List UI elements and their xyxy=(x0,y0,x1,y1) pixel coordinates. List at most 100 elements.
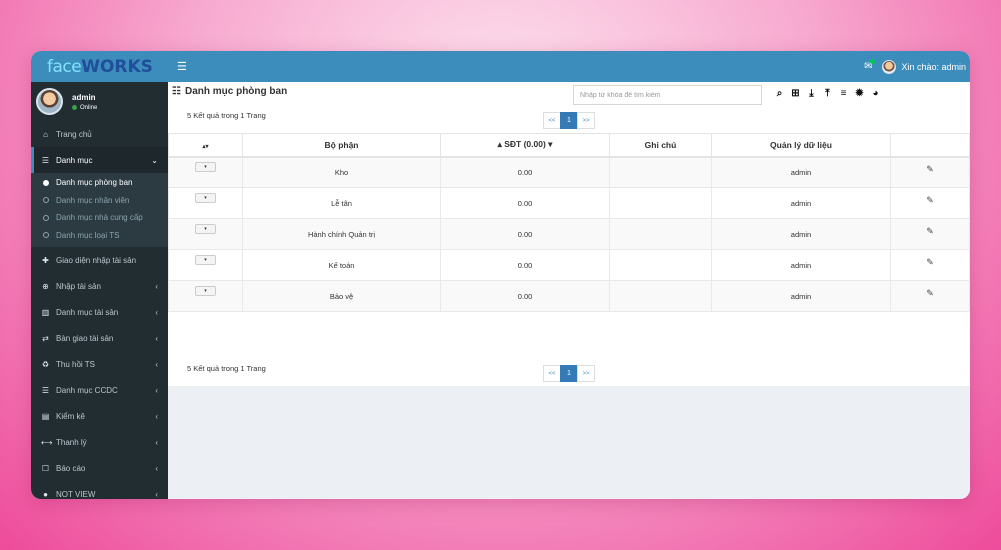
user-name: admin xyxy=(72,92,96,102)
sidebar-item-label: NOT VIEW xyxy=(56,489,96,499)
sidebar-item-icon: ☐ xyxy=(41,463,50,473)
sidebar-item[interactable]: ☰ Danh mục ⌄ xyxy=(31,147,168,173)
edit-icon[interactable]: ✎ xyxy=(926,226,934,236)
chevron-icon: ‹ xyxy=(155,489,158,499)
row-dropdown-button[interactable]: ▾ xyxy=(195,254,216,265)
row-action-cell: ▾ xyxy=(168,187,243,219)
list-icon: ☷ xyxy=(172,86,181,97)
sidebar-item[interactable]: ▤ Kiểm kê ‹ xyxy=(31,403,168,429)
sidebar-item[interactable]: ♻ Thu hồi TS ‹ xyxy=(31,351,168,377)
search-input[interactable] xyxy=(573,85,762,105)
notification-dot xyxy=(870,59,876,64)
search-icon[interactable]: ⌕ xyxy=(774,88,785,99)
cell-bo-phan: Kế toán xyxy=(242,249,441,281)
submenu-item[interactable]: Danh mục phòng ban xyxy=(31,174,168,192)
result-count-bottom: 5 Kết quả trong 1 Trang xyxy=(187,364,266,373)
page-title-text: Danh mục phòng ban xyxy=(184,86,288,97)
edit-icon[interactable]: ✎ xyxy=(926,257,934,267)
sidebar-item[interactable]: ☰ Danh mục CCDC ‹ xyxy=(31,377,168,403)
sort-icon: ▴▾ xyxy=(202,143,209,150)
sidebar-item-label: Thanh lý xyxy=(56,437,87,447)
edit-icon[interactable]: ✎ xyxy=(926,164,934,174)
sidebar-item-label: Báo cáo xyxy=(56,463,86,473)
table-row: ▾ Kho 0.00 admin ✎ xyxy=(168,156,970,188)
cell-quan-ly: admin xyxy=(711,218,891,250)
cell-quan-ly: admin xyxy=(711,156,891,188)
avatar xyxy=(36,88,63,115)
cell-edit: ✎ xyxy=(890,156,970,188)
chevron-icon: ‹ xyxy=(155,307,158,317)
sidebar-item[interactable]: ⊕ Nhập tài sản ‹ xyxy=(31,273,168,299)
pager-next[interactable]: >> xyxy=(577,112,595,129)
edit-icon[interactable]: ✎ xyxy=(926,195,934,205)
pager-next[interactable]: >> xyxy=(577,365,595,382)
chevron-icon: ‹ xyxy=(155,333,158,343)
sidebar-toggle-icon[interactable]: ☰ xyxy=(177,60,187,73)
sidebar-item-label: Thu hồi TS xyxy=(56,359,95,369)
sidebar-item[interactable]: ⌂ Trang chủ xyxy=(31,121,168,147)
cell-quan-ly: admin xyxy=(711,249,891,281)
user-menu[interactable]: Xin chào: admin xyxy=(882,59,966,74)
header-bo-phan[interactable]: Bộ phận xyxy=(242,133,441,158)
app-window: face WORKS ☰ ✉ Xin chào: admin admin Onli… xyxy=(31,51,970,499)
row-dropdown-button[interactable]: ▾ xyxy=(195,223,216,234)
row-action-cell: ▾ xyxy=(168,249,243,281)
sidebar-item[interactable]: ● NOT VIEW ‹ xyxy=(31,481,168,499)
header-sdt[interactable]: ▴ SĐT (0.00) ▾ xyxy=(440,133,610,158)
submenu-item-label: Danh mục nhân viên xyxy=(56,195,130,205)
submenu-item-label: Danh mục loại TS xyxy=(56,230,120,240)
sidebar-item-icon: ⇄ xyxy=(42,333,49,343)
sidebar-item-label: Trang chủ xyxy=(56,129,92,139)
submenu-item[interactable]: Danh mục loại TS xyxy=(31,227,168,245)
cell-ghi-chu xyxy=(609,218,712,250)
logo-text-face: face xyxy=(47,56,82,77)
row-dropdown-button[interactable]: ▾ xyxy=(195,285,216,296)
submenu-item[interactable]: Danh mục nhân viên xyxy=(31,192,168,210)
pager-page-1[interactable]: 1 xyxy=(560,365,578,382)
submenu-item-label: Danh mục nhà cung cấp xyxy=(56,213,143,223)
pager-prev[interactable]: << xyxy=(543,365,561,382)
pager-prev[interactable]: << xyxy=(543,112,561,129)
row-dropdown-button[interactable]: ▾ xyxy=(195,192,216,203)
row-dropdown-button[interactable]: ▾ xyxy=(195,161,216,172)
pagination-top: << 1 >> xyxy=(543,112,595,129)
sort-column-header[interactable]: ▴▾ xyxy=(168,133,243,158)
header-ghi-chu[interactable]: Ghi chú xyxy=(609,133,712,158)
sidebar-item[interactable]: ⇄ Bàn giao tài sản ‹ xyxy=(31,325,168,351)
table-row: ▾ Lễ tân 0.00 admin ✎ xyxy=(168,187,970,219)
main-content: ☷ Danh mục phòng ban ⌕ ⊞ ⤓ ⤒ ≡ ✹ ◕ 5 Kết… xyxy=(168,82,970,499)
logo[interactable]: face WORKS xyxy=(31,51,168,82)
submenu-item[interactable]: Danh mục nhà cung cấp xyxy=(31,209,168,227)
list-icon[interactable]: ≡ xyxy=(838,88,849,99)
header-quan-ly[interactable]: Quản lý dữ liệu xyxy=(711,133,891,158)
user-panel: admin Online xyxy=(31,82,168,121)
sidebar-item-icon: ♻ xyxy=(41,359,50,369)
edit-icon[interactable]: ✎ xyxy=(926,288,934,298)
page-title: ☷ Danh mục phòng ban xyxy=(172,86,287,97)
cell-bo-phan: Kho xyxy=(242,156,441,188)
cell-bo-phan: Bảo vệ xyxy=(242,280,441,312)
chevron-icon: ⌄ xyxy=(151,155,158,165)
add-icon[interactable]: ⊞ xyxy=(790,88,801,99)
sidebar-item[interactable]: ▥ Danh mục tài sản ‹ xyxy=(31,299,168,325)
top-navbar: ☰ ✉ Xin chào: admin xyxy=(168,51,970,82)
circle-icon xyxy=(43,232,49,239)
user-status: Online xyxy=(72,105,97,111)
list-box: ☷ Danh mục phòng ban ⌕ ⊞ ⤓ ⤒ ≡ ✹ ◕ 5 Kết… xyxy=(168,82,970,386)
sidebar: admin Online ⌂ Trang chủ ☰ Danh mục ⌄ Danh mụ… xyxy=(31,82,168,499)
sidebar-item[interactable]: ☐ Báo cáo ‹ xyxy=(31,455,168,481)
download-icon[interactable]: ⤓ xyxy=(806,88,817,99)
pager-page-1[interactable]: 1 xyxy=(560,112,578,129)
cell-edit: ✎ xyxy=(890,218,970,250)
table-header-row: ▴▾ Bộ phận ▴ SĐT (0.00) ▾ Ghi chú Quản l… xyxy=(168,133,970,158)
settings-icon[interactable]: ✹ xyxy=(854,88,865,99)
upload-icon[interactable]: ⤒ xyxy=(822,88,833,99)
sidebar-item-icon: ⊕ xyxy=(42,281,49,291)
mail-icon[interactable]: ✉ xyxy=(864,59,876,72)
cell-quan-ly: admin xyxy=(711,280,891,312)
chart-pie-icon[interactable]: ◕ xyxy=(870,88,881,99)
sidebar-item[interactable]: ⟷ Thanh lý ‹ xyxy=(31,429,168,455)
sidebar-item[interactable]: ✚ Giao diện nhập tài sản xyxy=(31,247,168,273)
chevron-icon: ‹ xyxy=(155,359,158,369)
sidebar-item-icon: ⟷ xyxy=(41,437,53,447)
